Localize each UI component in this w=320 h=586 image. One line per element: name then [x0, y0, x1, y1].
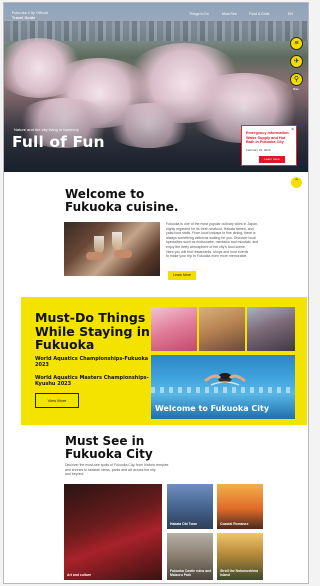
- people-photo[interactable]: [247, 307, 295, 351]
- cuisine-body: Fukuoka is one of the most popular culin…: [166, 222, 259, 259]
- site-logo-line2[interactable]: Travel Guide: [12, 16, 35, 20]
- card-art-culture[interactable]: Art and culture: [64, 484, 162, 580]
- alert-text: Emergency Information: Water Supply and …: [246, 131, 290, 145]
- nav-food-drink[interactable]: Food & Drink: [249, 12, 269, 16]
- card-coastal-romance[interactable]: Coastal Romance: [217, 484, 263, 529]
- emergency-alert-box: × Emergency Information: Water Supply an…: [241, 125, 297, 166]
- swimming-banner[interactable]: Welcome to Fukuoka City: [151, 355, 295, 419]
- view-more-button[interactable]: View More: [35, 393, 79, 408]
- hero-title: Full of Fun: [12, 133, 105, 151]
- bicycle-label: Bike: [293, 87, 299, 91]
- hand-image: [114, 250, 132, 258]
- card-label: Stroll the Nokonoshima Island: [220, 569, 259, 577]
- must-do-item[interactable]: World Aquatics Championships-Fukuoka 202…: [35, 356, 155, 368]
- card-label: Hakata Old Town: [170, 522, 198, 526]
- alert-date: February 22, 2023: [246, 148, 271, 152]
- scroll-up-icon[interactable]: ⌃: [291, 177, 302, 188]
- must-do-title: Must-Do Things While Staying in Fukuoka: [35, 310, 150, 352]
- transport-icon[interactable]: ✈: [290, 55, 303, 68]
- cuisine-photo: [64, 222, 160, 276]
- card-hakata-old-town[interactable]: Hakata Old Town: [167, 484, 213, 529]
- hero-subtitle: Nature and the city living in harmony: [14, 127, 79, 132]
- info-icon[interactable]: ≡: [290, 37, 303, 50]
- card-fukuoka-castle[interactable]: Fukuoka Castle ruins and Maizuru Park: [167, 533, 213, 580]
- festival-photo[interactable]: [151, 307, 197, 351]
- card-label: Coastal Romance: [220, 522, 249, 526]
- cuisine-learn-more-button[interactable]: Learn More: [168, 271, 196, 280]
- nav-must-see[interactable]: Must See: [222, 12, 237, 16]
- browser-page: Fukuoka City Official Travel Guide Thing…: [3, 2, 309, 584]
- must-do-section: Must-Do Things While Staying in Fukuoka …: [21, 297, 307, 425]
- swimmer-image: [204, 373, 246, 386]
- card-nokonoshima[interactable]: Stroll the Nokonoshima Island: [217, 533, 263, 580]
- must-see-body: Discover the must-see spots of Fukuoka C…: [65, 463, 169, 477]
- cuisine-title: Welcome to Fukuoka cuisine.: [65, 187, 179, 214]
- card-label: Art and culture: [67, 573, 92, 577]
- nav-language[interactable]: EN: [288, 12, 293, 16]
- glass-image: [112, 232, 122, 250]
- nav-things-to-do[interactable]: Things to Do: [189, 12, 209, 16]
- hand-image: [86, 252, 104, 260]
- alert-learn-more-button[interactable]: Learn more: [259, 156, 285, 163]
- hero-banner: Fukuoka City Official Travel Guide Thing…: [4, 3, 308, 172]
- must-see-title: Must See in Fukuoka City: [65, 434, 153, 461]
- card-label: Fukuoka Castle ruins and Maizuru Park: [170, 569, 212, 577]
- site-logo-line1[interactable]: Fukuoka City Official: [12, 11, 48, 15]
- bicycle-icon[interactable]: ⚲: [290, 73, 303, 86]
- food-photo[interactable]: [199, 307, 245, 351]
- welcome-banner-text: Welcome to Fukuoka City: [155, 404, 270, 413]
- must-do-item[interactable]: World Aquatics Masters Championships-Kyu…: [35, 375, 155, 387]
